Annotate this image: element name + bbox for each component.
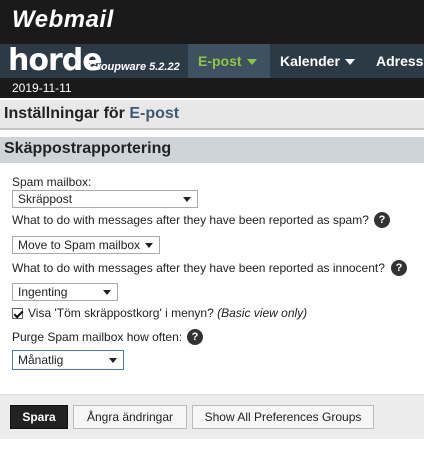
spam-mailbox-select-value: Skräppost: [18, 192, 73, 206]
checkmark-icon: [13, 308, 24, 319]
after-spam-select[interactable]: Move to Spam mailbox: [12, 236, 160, 254]
show-empty-spam-text: Visa 'Töm skräppostkorg' i menyn?: [28, 306, 214, 320]
dropdown-arrow-icon: [183, 197, 191, 202]
save-button[interactable]: Spara: [10, 405, 68, 429]
page-title-prefix: Inställningar för: [4, 105, 125, 122]
spam-mailbox-label: Spam mailbox:: [12, 175, 92, 189]
webmail-logo: Webmail: [12, 6, 114, 33]
chevron-down-icon: [246, 59, 257, 66]
help-icon[interactable]: ?: [187, 329, 203, 345]
main-nav-bar: horde Groupware 5.2.22 E-post Kalender A…: [0, 44, 424, 78]
nav-item-email[interactable]: E-post: [188, 44, 270, 78]
page-header: Inställningar för E-post: [0, 100, 424, 130]
page-title: Inställningar för E-post: [4, 105, 179, 123]
undo-changes-button[interactable]: Ångra ändringar: [73, 405, 187, 429]
form-footer: Spara Ångra ändringar Show All Preferenc…: [0, 394, 424, 439]
show-empty-spam-label: Visa 'Töm skräppostkorg' i menyn? (Basic…: [28, 306, 307, 320]
section-header: Skäppostrapportering: [0, 137, 424, 163]
nav-item-addressbook[interactable]: Adressb: [376, 44, 424, 78]
chevron-down-icon: [344, 59, 355, 66]
spam-mailbox-select[interactable]: Skräppost: [12, 190, 198, 208]
show-empty-spam-note: (Basic view only): [217, 306, 308, 320]
dropdown-arrow-icon: [109, 358, 117, 363]
nav-item-calendar-label: Kalender: [280, 53, 340, 69]
spam-settings-form: Spam mailbox: Skräppost What to do with …: [0, 165, 424, 390]
after-innocent-select[interactable]: Ingenting: [12, 283, 118, 301]
help-icon[interactable]: ?: [374, 212, 390, 228]
after-innocent-label: What to do with messages after they have…: [12, 261, 385, 275]
top-brand-bar: Webmail: [0, 0, 424, 44]
page-title-module: E-post: [129, 105, 180, 122]
dropdown-arrow-icon: [103, 290, 111, 295]
nav-item-addressbook-label: Adressb: [376, 53, 424, 69]
dropdown-arrow-icon: [145, 243, 153, 248]
nav-item-calendar[interactable]: Kalender: [280, 44, 355, 78]
help-icon[interactable]: ?: [391, 260, 407, 276]
after-innocent-select-value: Ingenting: [18, 285, 68, 299]
purge-frequency-select-value: Månatlig: [18, 353, 64, 367]
purge-label: Purge Spam mailbox how often:: [12, 330, 183, 344]
after-spam-label: What to do with messages after they have…: [12, 213, 369, 227]
purge-frequency-select[interactable]: Månatlig: [12, 350, 124, 370]
show-all-preferences-button[interactable]: Show All Preferences Groups: [192, 405, 374, 429]
current-date: 2019-11-11: [12, 81, 72, 95]
date-bar: 2019-11-11: [0, 78, 424, 98]
show-empty-spam-checkbox[interactable]: [12, 308, 24, 319]
after-spam-select-value: Move to Spam mailbox: [18, 238, 141, 252]
nav-item-email-label: E-post: [198, 53, 242, 69]
section-title: Skäppostrapportering: [4, 140, 172, 157]
groupware-version: Groupware 5.2.22: [88, 61, 180, 73]
